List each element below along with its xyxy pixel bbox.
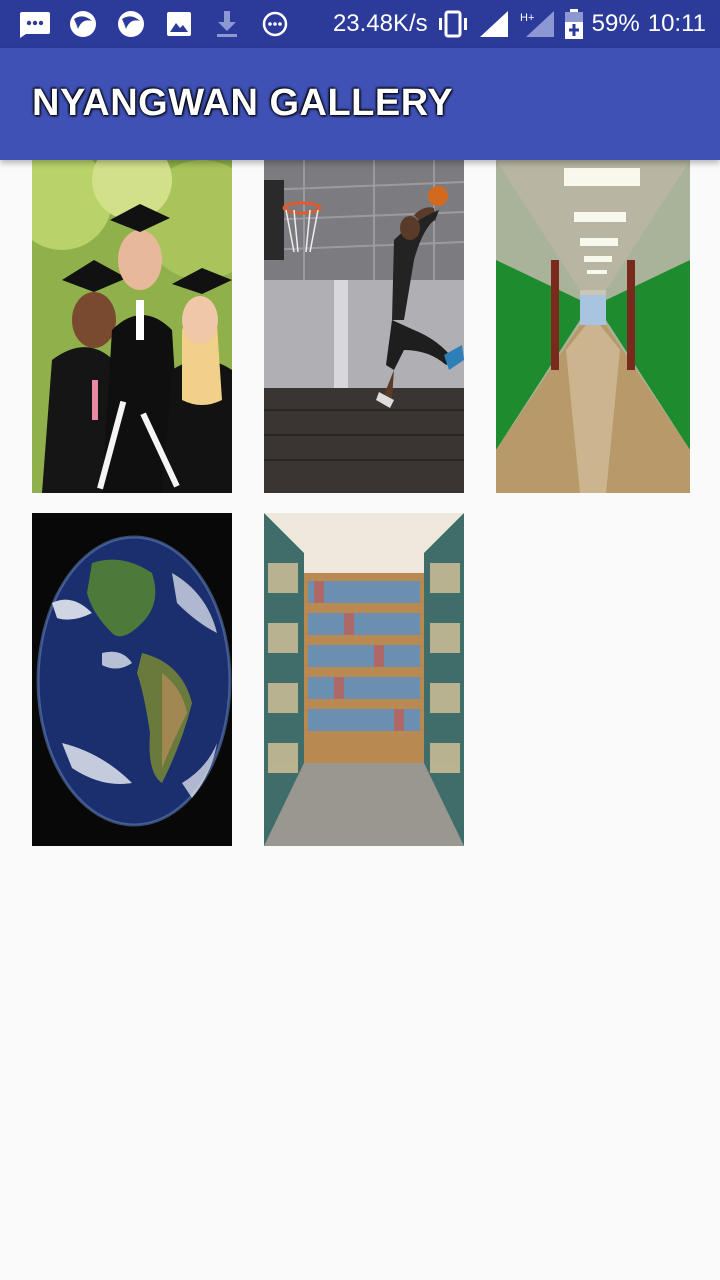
app-title: NYANGWAN GALLERY	[32, 82, 454, 124]
basketball-photo-icon	[264, 160, 464, 493]
app-notification-icon	[66, 7, 100, 41]
earth-photo-icon	[32, 513, 232, 846]
clock: 10:11	[647, 10, 706, 37]
battery-icon	[564, 9, 583, 39]
image-icon	[162, 7, 196, 41]
signal-icon	[479, 11, 508, 37]
gallery-item-basketball[interactable]	[264, 160, 464, 493]
graduates-photo-icon	[32, 160, 232, 493]
hallway-photo-icon	[496, 160, 690, 493]
signal-hplus-icon: H+	[520, 11, 554, 37]
vibrate-icon	[438, 10, 467, 38]
library-photo-icon	[264, 513, 464, 846]
messages-icon	[18, 7, 52, 41]
svg-text:H+: H+	[520, 12, 534, 24]
gallery-item-library[interactable]	[264, 513, 464, 846]
gallery-item-hallway[interactable]	[496, 160, 690, 493]
app-bar: NYANGWAN GALLERY	[0, 48, 720, 160]
gallery-item-graduates[interactable]	[32, 160, 232, 493]
app-notification-icon-2	[114, 7, 148, 41]
net-speed: 23.48K/s	[332, 10, 428, 37]
download-icon	[210, 7, 244, 41]
gallery-item-earth[interactable]	[32, 513, 232, 846]
battery-percent: 59%	[591, 10, 640, 37]
status-bar: 23.48K/s H+ 59% 10:11	[0, 0, 720, 48]
more-icon	[258, 7, 292, 41]
